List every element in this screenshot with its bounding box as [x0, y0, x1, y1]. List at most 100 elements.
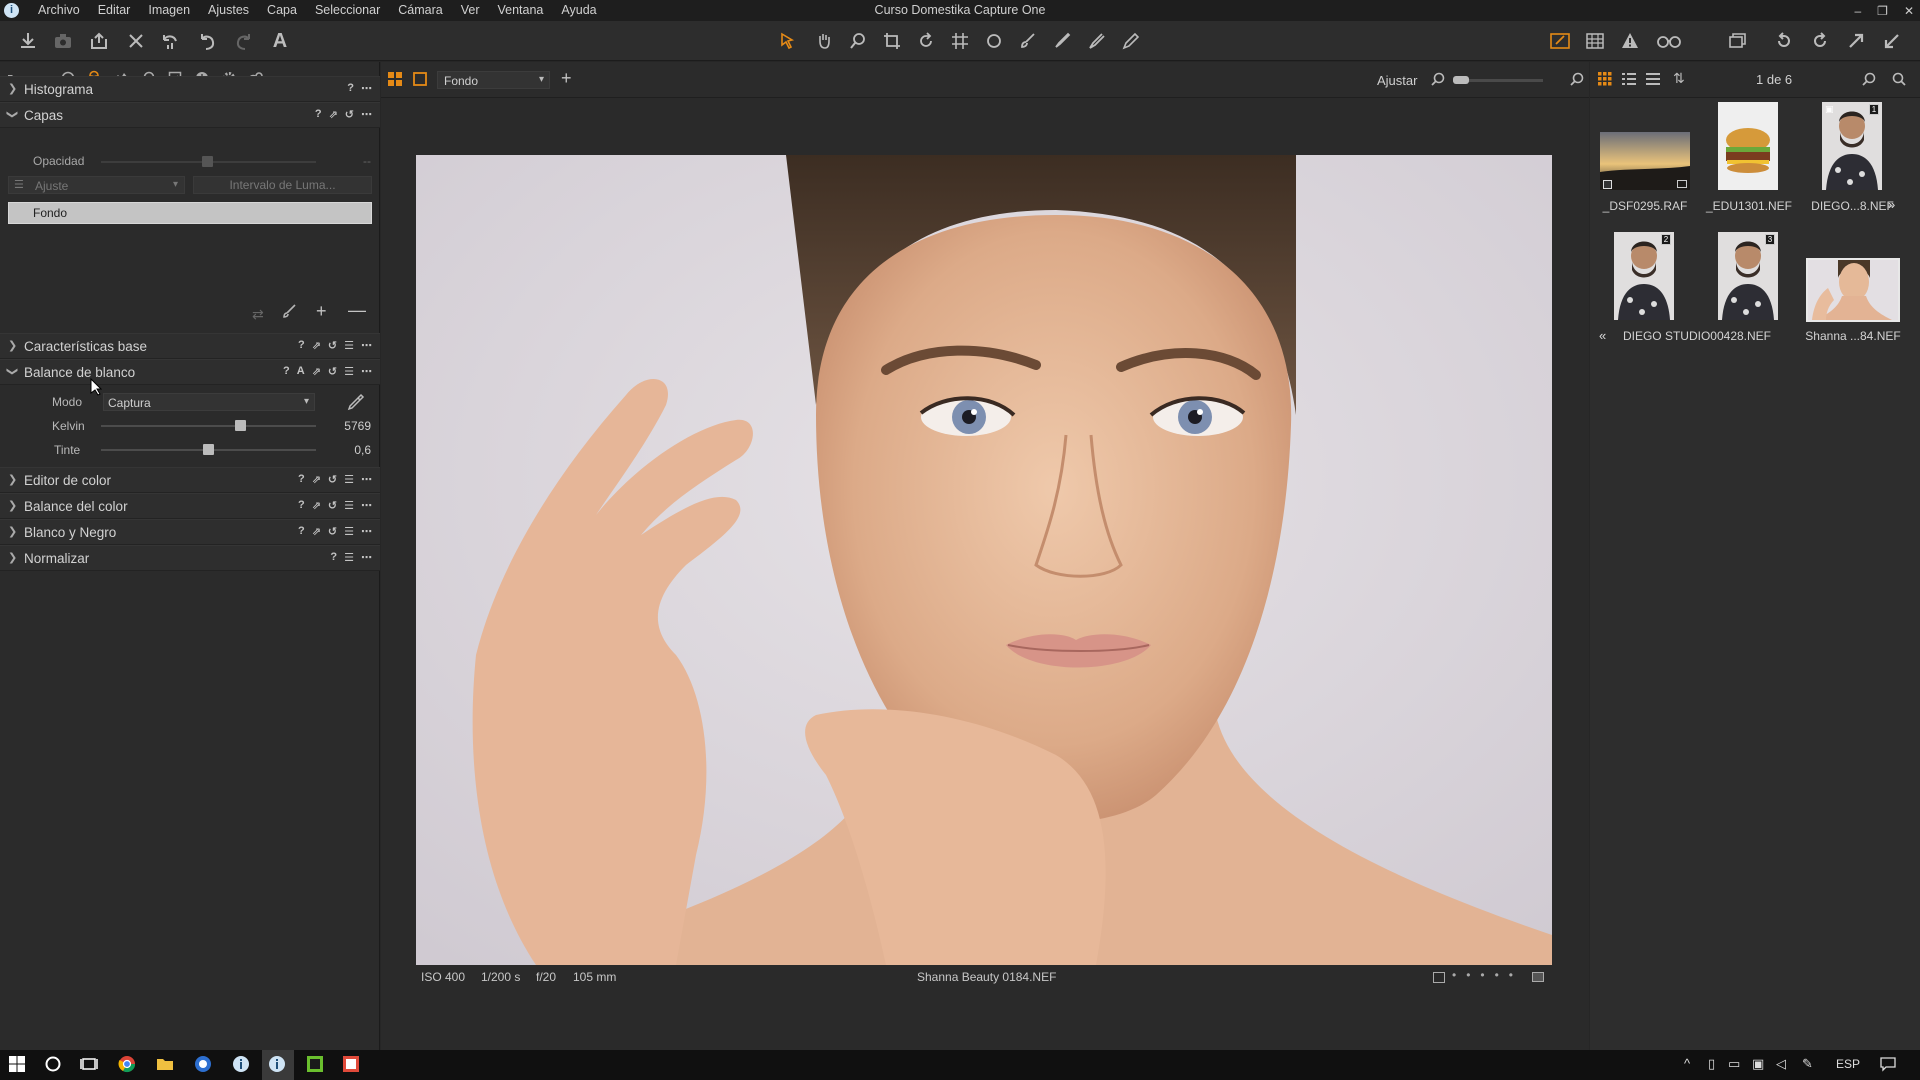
copy-adjustments-icon[interactable]: [1844, 29, 1868, 53]
copy-apply-icon[interactable]: ⇗: [312, 499, 321, 512]
language-indicator[interactable]: ESP: [1836, 1057, 1860, 1071]
swap-icon[interactable]: ⇄: [252, 306, 264, 323]
notifications-icon[interactable]: [1880, 1056, 1896, 1075]
help-icon[interactable]: ?: [298, 525, 305, 538]
multi-view-icon[interactable]: [388, 72, 402, 89]
camera-icon[interactable]: [51, 29, 75, 53]
kelvin-slider-knob[interactable]: [235, 420, 247, 431]
more-icon[interactable]: ⋯: [361, 473, 372, 486]
help-icon[interactable]: ?: [298, 339, 305, 352]
zoom-out-icon[interactable]: [1431, 72, 1445, 89]
import-icon[interactable]: [16, 29, 40, 53]
volume-icon[interactable]: ◁: [1776, 1056, 1786, 1072]
menu-archivo[interactable]: Archivo: [29, 0, 89, 21]
rotate-left-icon[interactable]: [1772, 29, 1796, 53]
filmstrip-icon[interactable]: [1646, 72, 1660, 89]
more-icon[interactable]: ⋯: [361, 82, 372, 95]
tint-value[interactable]: 0,6: [326, 443, 371, 457]
grid-icon[interactable]: [1583, 29, 1607, 53]
presets-icon[interactable]: ☰: [344, 365, 354, 378]
layer-select[interactable]: Fondo ▾: [437, 71, 550, 89]
reset-icon[interactable]: ↺: [328, 473, 337, 486]
spot-icon[interactable]: [982, 29, 1006, 53]
help-icon[interactable]: ?: [330, 551, 337, 564]
white-balance-header[interactable]: ❯ Balance de blanco ? A ⇗ ↺ ☰ ⋯: [0, 359, 380, 385]
pen-icon[interactable]: ✎: [1802, 1056, 1813, 1072]
chrome-icon[interactable]: [118, 1055, 138, 1075]
capture-one-active-icon[interactable]: [268, 1055, 288, 1075]
file-explorer-icon[interactable]: [156, 1055, 176, 1075]
more-icon[interactable]: ⋯: [361, 525, 372, 538]
warning-icon[interactable]: [1618, 29, 1642, 53]
text-icon[interactable]: A: [268, 29, 292, 53]
apply-adjustments-icon[interactable]: [1880, 29, 1904, 53]
add-layer-icon[interactable]: +: [316, 301, 327, 322]
tint-slider-knob[interactable]: [203, 444, 214, 455]
undo-icon[interactable]: [195, 29, 219, 53]
rotate-icon[interactable]: [914, 29, 938, 53]
help-icon[interactable]: ?: [298, 473, 305, 486]
copy-icon[interactable]: [1726, 29, 1750, 53]
kelvin-value[interactable]: 5769: [326, 419, 371, 433]
edit-mode-icon[interactable]: [1548, 29, 1572, 53]
copy-apply-icon[interactable]: ⇗: [312, 525, 321, 538]
app-red-icon[interactable]: [342, 1055, 362, 1075]
windows-start-icon[interactable]: [8, 1055, 28, 1075]
layer-item-fondo[interactable]: Fondo: [8, 202, 372, 224]
help-icon[interactable]: ?: [283, 365, 290, 378]
menu-seleccionar[interactable]: Seleccionar: [306, 0, 389, 21]
export-icon[interactable]: [87, 29, 111, 53]
presets-icon[interactable]: ☰: [344, 551, 354, 564]
black-white-header[interactable]: ❯ Blanco y Negro ? ⇗ ↺ ☰ ⋯: [0, 519, 380, 545]
adjust-select[interactable]: ☰ Ajuste ▾: [8, 176, 185, 194]
star-rating[interactable]: •••••: [1452, 968, 1523, 982]
opacity-slider-knob[interactable]: [202, 156, 213, 167]
glasses-icon[interactable]: [1654, 29, 1684, 53]
eraser-icon[interactable]: [1118, 29, 1142, 53]
pan-icon[interactable]: [812, 29, 836, 53]
remove-layer-icon[interactable]: —: [348, 300, 366, 321]
menu-ajustes[interactable]: Ajustes: [199, 0, 258, 21]
kelvin-slider[interactable]: [101, 425, 316, 427]
gradient-icon[interactable]: [1084, 29, 1108, 53]
copy-apply-icon[interactable]: ⇗: [312, 473, 321, 486]
reset-icon[interactable]: ↺: [328, 365, 337, 378]
usb-icon[interactable]: ▯: [1708, 1056, 1715, 1072]
capture-one-icon[interactable]: [232, 1055, 252, 1075]
zoom-slider-knob[interactable]: [1453, 76, 1469, 84]
zoom-in-icon[interactable]: [1570, 72, 1584, 89]
copy-apply-icon[interactable]: ⇗: [312, 339, 321, 352]
luma-range-button[interactable]: Intervalo de Luma...: [193, 176, 372, 194]
undo-history-icon[interactable]: [158, 29, 182, 53]
list-view-icon[interactable]: [1622, 72, 1636, 89]
color-balance-header[interactable]: ❯ Balance del color ? ⇗ ↺ ☰ ⋯: [0, 493, 380, 519]
app-icon[interactable]: i: [4, 3, 19, 18]
keystone-icon[interactable]: [948, 29, 972, 53]
zoom-icon[interactable]: [846, 29, 870, 53]
task-view-icon[interactable]: [80, 1055, 100, 1075]
network-icon[interactable]: ▣: [1752, 1056, 1764, 1072]
single-view-icon[interactable]: [413, 72, 427, 89]
copy-apply-icon[interactable]: ⇗: [312, 365, 321, 378]
app-green-icon[interactable]: [306, 1055, 326, 1075]
crop-icon[interactable]: [880, 29, 904, 53]
reset-icon[interactable]: ↺: [328, 339, 337, 352]
mode-select[interactable]: Captura ▾: [103, 393, 315, 411]
more-icon[interactable]: ⋯: [361, 551, 372, 564]
more-icon[interactable]: ⋯: [361, 339, 372, 352]
app-blue-icon[interactable]: [194, 1055, 214, 1075]
battery-icon[interactable]: ▭: [1728, 1056, 1740, 1072]
eyedropper-icon[interactable]: [347, 393, 365, 414]
presets-icon[interactable]: ☰: [344, 473, 354, 486]
help-icon[interactable]: ?: [315, 108, 322, 121]
filter-icon[interactable]: [1862, 72, 1876, 89]
brush-icon[interactable]: [1016, 29, 1040, 53]
rotate-right-icon[interactable]: [1808, 29, 1832, 53]
select-checkbox[interactable]: [1603, 180, 1612, 189]
menu-ver[interactable]: Ver: [452, 0, 489, 21]
redo-icon[interactable]: [232, 29, 256, 53]
menu-ventana[interactable]: Ventana: [489, 0, 553, 21]
presets-icon[interactable]: ☰: [344, 499, 354, 512]
more-icon[interactable]: ⋯: [361, 499, 372, 512]
menu-imagen[interactable]: Imagen: [139, 0, 199, 21]
